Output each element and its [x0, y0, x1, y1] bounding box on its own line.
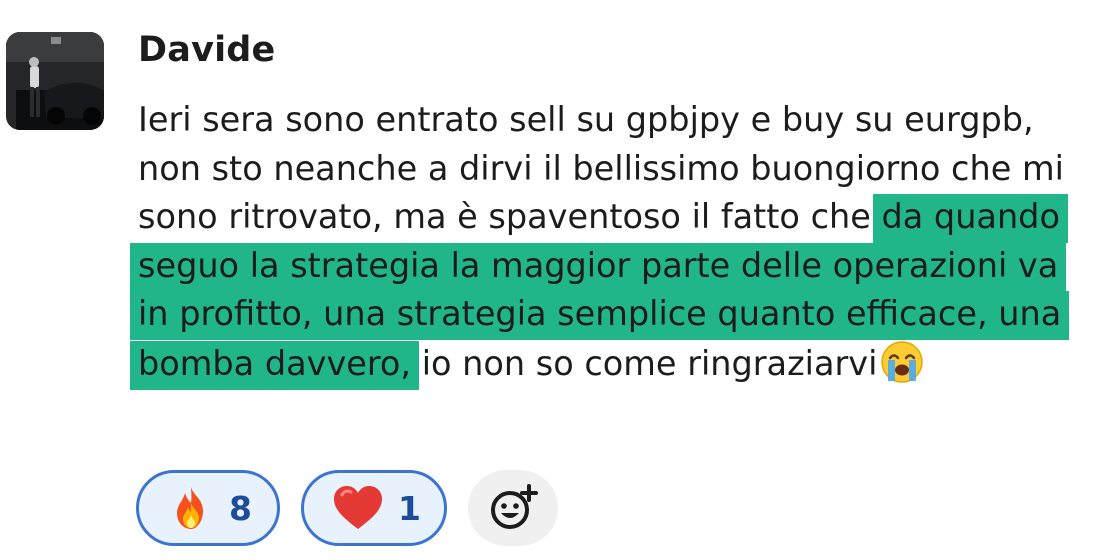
reaction-count: 1 [398, 488, 421, 528]
message-text-tail: io non so come ringraziarvi [411, 343, 878, 383]
avatar[interactable] [6, 32, 104, 130]
message-body: Ieri sera sono entrato sell su gpbjpy e … [138, 96, 1088, 390]
add-reaction-icon [487, 482, 539, 534]
red-heart-icon [332, 485, 384, 531]
reaction-heart[interactable]: 1 [301, 470, 447, 546]
fire-icon [169, 485, 213, 531]
message-author[interactable]: Davide [138, 30, 275, 70]
reaction-fire[interactable]: 8 [136, 470, 280, 546]
crying-face-icon [879, 339, 925, 385]
add-reaction-button[interactable] [468, 470, 558, 546]
reaction-count: 8 [229, 488, 252, 528]
